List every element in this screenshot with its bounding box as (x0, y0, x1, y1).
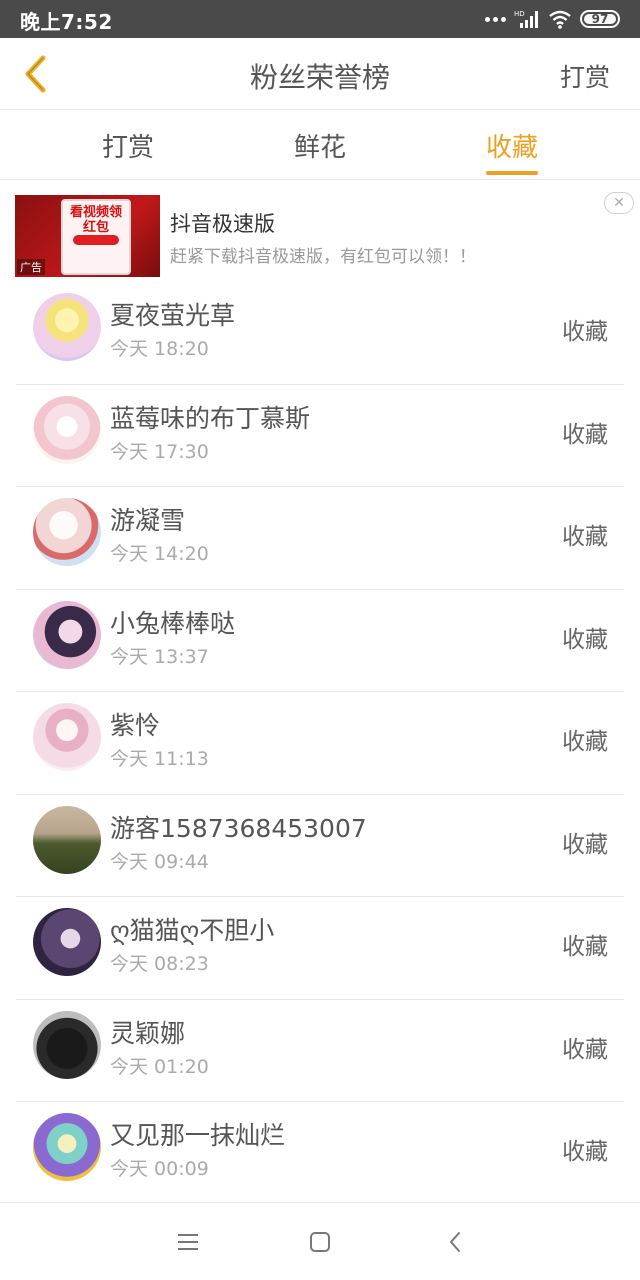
home-square-icon (310, 1232, 330, 1252)
tab-favorites[interactable]: 收藏 (452, 127, 572, 164)
avatar[interactable] (33, 703, 101, 771)
list-item[interactable]: 灵颖娜 今天 01:20 收藏 (16, 1000, 624, 1102)
action-label: 收藏 (562, 831, 608, 858)
top-app-bar: 粉丝荣誉榜 打赏 (0, 38, 640, 110)
battery-icon: 97 (580, 10, 620, 28)
user-name: 游凝雪 (110, 506, 186, 535)
action-label: 收藏 (562, 626, 608, 653)
list-item[interactable]: 小兔棒棒哒 今天 13:37 收藏 (16, 590, 624, 692)
avatar[interactable] (33, 600, 101, 669)
menu-button[interactable] (173, 1227, 203, 1257)
user-name: 蓝莓味的布丁慕斯 (110, 403, 311, 433)
ad-banner[interactable]: 看视频领红包 广告 抖音极速版 赶紧下载抖音极速版，有红包可以领！！ ✕ (0, 180, 640, 282)
action-label: 收藏 (562, 934, 608, 960)
ad-title: 抖音极速版 (170, 212, 275, 236)
ad-image[interactable]: 看视频领红包 广告 (15, 195, 160, 277)
list-item[interactable]: 又见那一抹灿烂 今天 00:09 收藏 (16, 1102, 624, 1205)
battery-level: 97 (591, 12, 609, 26)
favorite-time: 今天 01:20 (110, 1055, 209, 1078)
list-item[interactable]: ღ猫猫ღ不胆小 今天 08:23 收藏 (16, 897, 624, 1000)
favorite-time: 今天 00:09 (110, 1158, 209, 1180)
favorite-time: 今天 18:20 (110, 338, 209, 360)
network-label: HD (514, 10, 525, 18)
action-label: 收藏 (562, 524, 608, 550)
avatar[interactable] (33, 805, 101, 874)
ad-image-card: 看视频领红包 (61, 199, 131, 275)
list-item[interactable]: 紫怜 今天 11:13 收藏 (16, 692, 624, 795)
user-name: 紫怜 (110, 711, 161, 740)
list-item[interactable]: 蓝莓味的布丁慕斯 今天 17:30 收藏 (16, 385, 624, 487)
favorite-time: 今天 09:44 (110, 850, 209, 873)
ad-close-button[interactable]: ✕ (604, 192, 634, 214)
favorite-time: 今天 17:30 (110, 440, 209, 463)
avatar[interactable] (33, 908, 101, 976)
user-name: ღ猫猫ღ不胆小 (110, 916, 275, 945)
favorite-time: 今天 08:23 (110, 953, 209, 975)
signal-icon: HD (514, 10, 538, 28)
ad-badge: 广告 (17, 259, 45, 275)
more-dots-icon (485, 16, 506, 22)
tab-reward[interactable]: 打赏 (68, 127, 188, 164)
action-label: 收藏 (562, 421, 608, 448)
user-name: 灵颖娜 (110, 1018, 186, 1048)
status-time: 晚上7:52 (20, 10, 113, 34)
list-item[interactable]: 游凝雪 今天 14:20 收藏 (16, 487, 624, 590)
system-nav-bar (0, 1202, 640, 1280)
favorite-time: 今天 14:20 (110, 543, 209, 565)
ad-image-text: 看视频领红包 (69, 205, 122, 235)
ad-image-button (73, 235, 119, 245)
avatar[interactable] (33, 1113, 101, 1181)
tab-bar: 打赏 鲜花 收藏 (0, 111, 640, 180)
reward-button[interactable]: 打赏 (560, 58, 610, 94)
avatar[interactable] (33, 293, 101, 361)
avatar[interactable] (33, 395, 101, 464)
list-item[interactable]: 游客1587368453007 今天 09:44 收藏 (16, 795, 624, 897)
status-icons: HD 97 (485, 8, 620, 30)
tab-indicator (486, 171, 538, 175)
action-label: 收藏 (562, 1036, 608, 1063)
page-title: 粉丝荣誉榜 (249, 61, 390, 94)
tab-flowers[interactable]: 鲜花 (260, 127, 380, 164)
menu-icon (178, 1234, 198, 1250)
favorite-time: 今天 11:13 (110, 748, 209, 770)
status-bar: 晚上7:52 HD 97 (0, 0, 640, 38)
wifi-icon (549, 10, 571, 29)
list-item[interactable]: 夏夜萤光草 今天 18:20 收藏 (16, 282, 624, 385)
action-label: 收藏 (562, 729, 608, 755)
action-label: 收藏 (562, 1139, 608, 1165)
user-name: 小兔棒棒哒 (110, 608, 236, 638)
ad-description: 赶紧下载抖音极速版，有红包可以领！！ (170, 247, 476, 267)
user-name: 夏夜萤光草 (110, 301, 236, 330)
nav-back-button[interactable] (440, 1227, 470, 1257)
close-icon: ✕ (613, 195, 625, 211)
back-arrow-icon (450, 1232, 460, 1252)
avatar[interactable] (33, 498, 101, 566)
avatar[interactable] (33, 1010, 101, 1079)
favorites-list: 夏夜萤光草 今天 18:20 收藏 蓝莓味的布丁慕斯 今天 17:30 收藏 游… (16, 282, 624, 1205)
action-label: 收藏 (562, 319, 608, 345)
home-button[interactable] (305, 1227, 335, 1257)
user-name: 游客1587368453007 (110, 813, 367, 843)
favorite-time: 今天 13:37 (110, 645, 209, 668)
user-name: 又见那一抹灿烂 (110, 1121, 286, 1150)
